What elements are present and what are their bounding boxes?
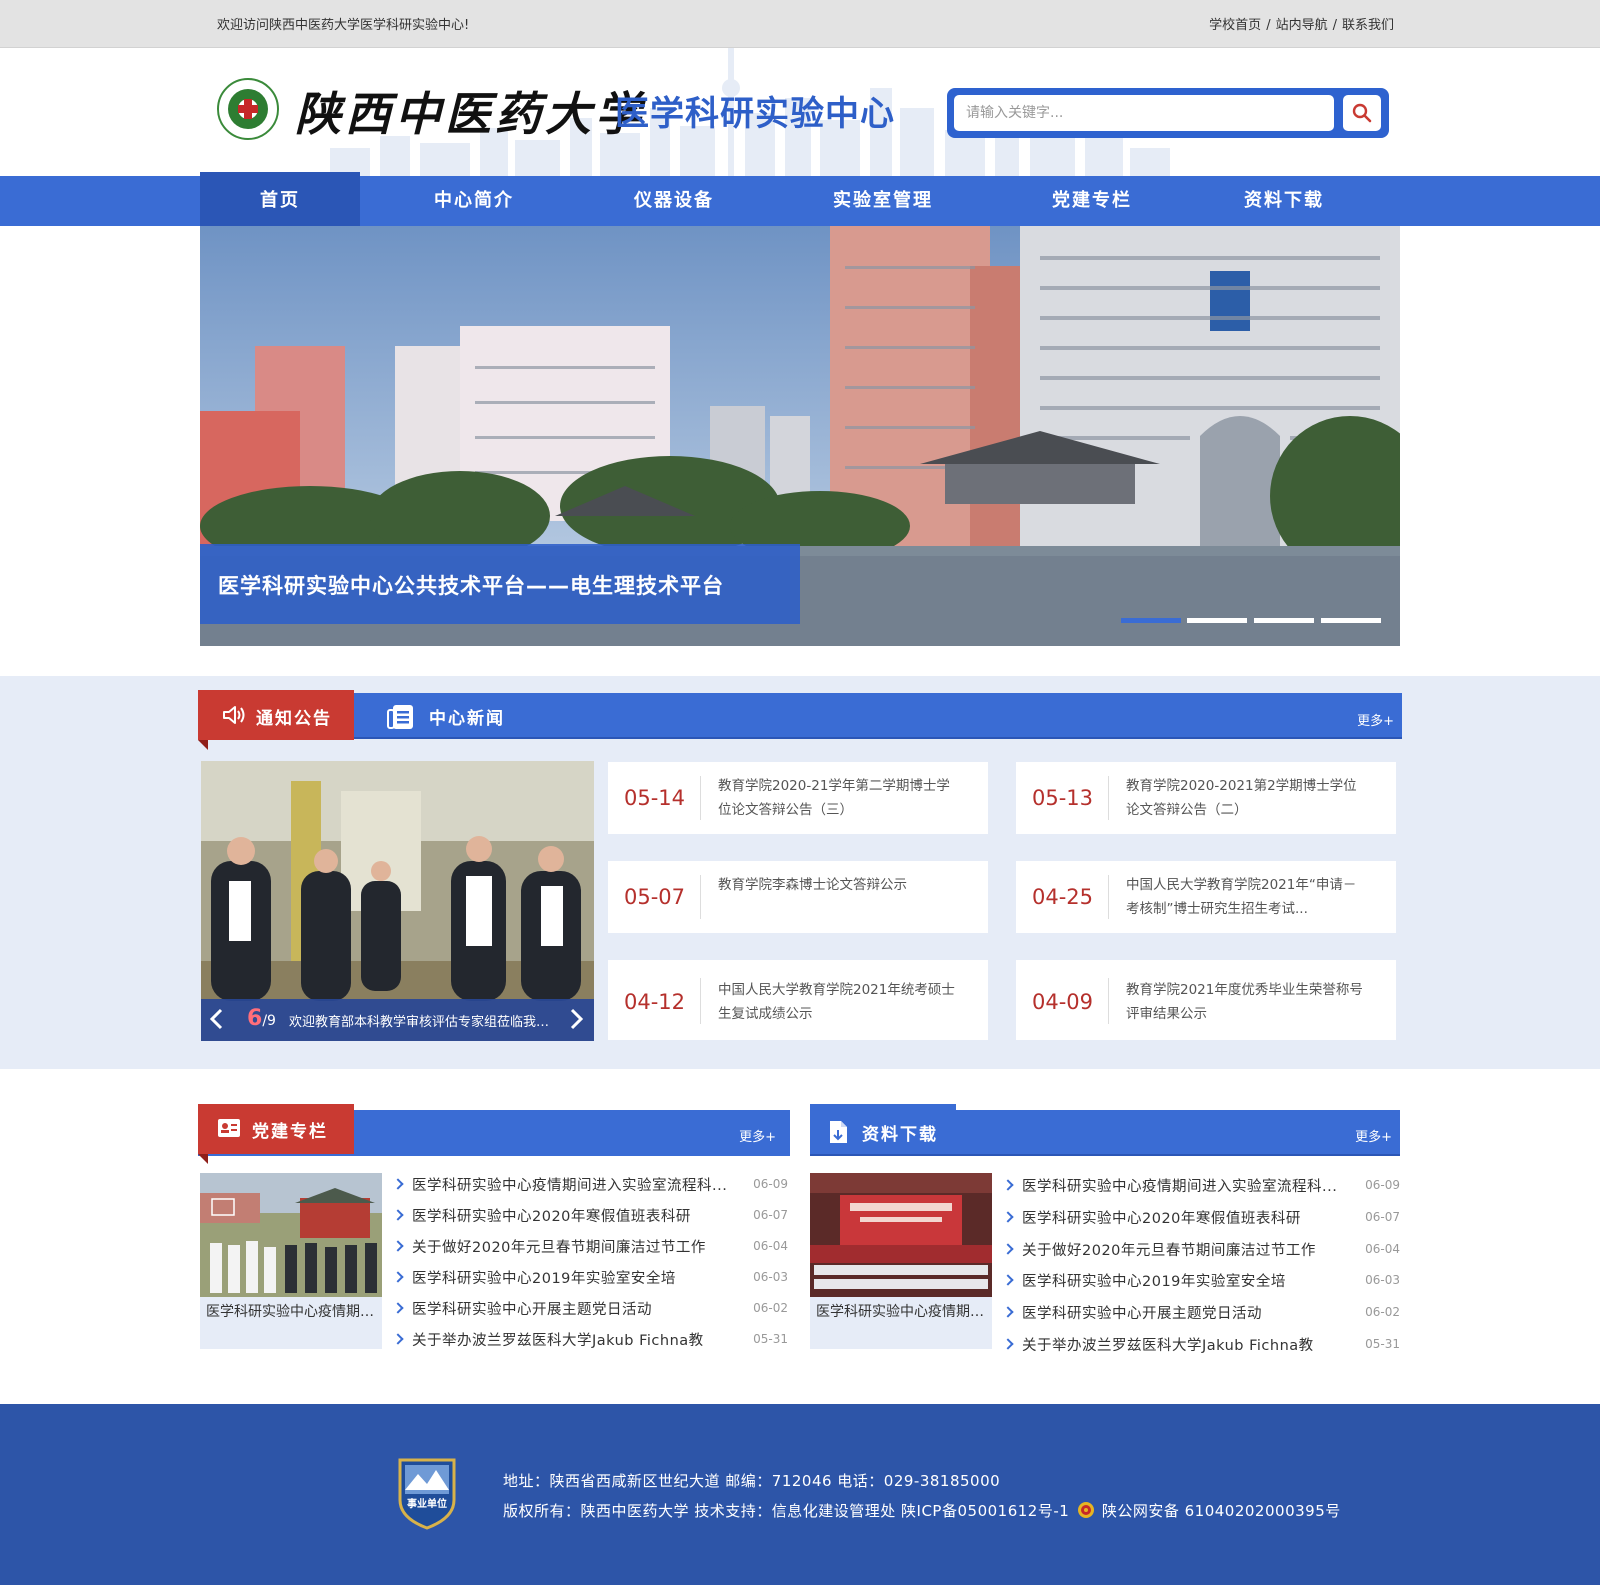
id-card-icon [218,1119,240,1137]
download-photo[interactable]: 医学科研实验中心疫情期间进入实验室流程科... [810,1173,992,1349]
notice-date: 05-07 [624,885,686,909]
main-nav: 首页 中心简介 仪器设备 实验室管理 党建专栏 资料下载 [0,172,1600,226]
download-photo-image [810,1173,992,1297]
notice-card[interactable]: 04-09 教育学院2021年度优秀毕业生荣誉称号评审结果公示 [1016,960,1396,1040]
badge-text: 事业单位 [407,1497,447,1510]
nav-home[interactable]: 首页 [200,172,360,226]
banner-dot-2[interactable] [1187,618,1247,623]
banner-dot-4[interactable] [1321,618,1381,623]
banner-slider[interactable]: 医学科研实验中心公共技术平台——电生理技术平台 [200,226,1400,646]
tab-notice-label: 通知公告 [256,709,332,729]
search-button[interactable] [1343,95,1381,131]
notice-card[interactable]: 04-25 中国人民大学教育学院2021年“申请－考核制”博士研究生招生考试..… [1016,861,1396,933]
news-icon [387,705,413,729]
notice-date: 05-14 [624,786,686,810]
prev-arrow-icon[interactable] [205,1007,229,1031]
photo-counter: 6/9 [247,1006,276,1031]
notice-date: 05-13 [1032,786,1094,810]
nav-downloads[interactable]: 资料下载 [1184,176,1384,226]
top-links: 学校首页 / 站内导航 / 联系我们 [1209,14,1394,33]
list-item[interactable]: 医学科研实验中心2019年实验室安全培 06-03 [1002,1266,1400,1297]
university-name: 陕西中医药大学 [295,87,645,141]
university-logo[interactable] [217,78,279,140]
notice-text: 教育学院2020-21学年第二学期博士学位论文答辩公告（三） [718,778,950,818]
notice-text: 中国人民大学教育学院2021年“申请－考核制”博士研究生招生考试... [1126,877,1357,917]
notice-text: 教育学院2020-2021第2学期博士学位论文答辩公告（二） [1126,778,1357,818]
police-emblem-icon [1077,1502,1094,1518]
notice-date: 04-09 [1032,990,1094,1014]
footer-copyright: 版权所有：陕西中医药大学 技术支持：信息化建设管理处 陕ICP备05001612… [503,1500,1341,1521]
news-photo-slider[interactable]: 6/9 欢迎教育部本科教学审核评估专家组莅临我校指导 [201,761,594,1041]
notice-card[interactable]: 04-12 中国人民大学教育学院2021年统考硕士生复试成绩公示 [608,960,988,1040]
photo-counter-total: /9 [262,1013,276,1029]
list-item[interactable]: 关于举办波兰罗兹医科大学Jakub Fichna教 05-31 [1002,1330,1400,1361]
notice-text: 中国人民大学教育学院2021年统考硕士生复试成绩公示 [718,982,955,1022]
photo-title[interactable]: 欢迎教育部本科教学审核评估专家组莅临我校指导 [289,1011,559,1030]
banner-caption[interactable]: 医学科研实验中心公共技术平台——电生理技术平台 [200,544,800,624]
party-tab[interactable]: 党建专栏 [198,1104,354,1164]
notice-text: 教育学院李森博士论文答辩公示 [718,877,907,893]
banner-dot-3[interactable] [1254,618,1314,623]
notice-section-header: 通知公告 中心新闻 更多+ [198,690,1402,750]
link-contact[interactable]: 联系我们 [1342,18,1394,33]
tab-news-label: 中心新闻 [429,709,505,729]
notice-date: 04-12 [624,990,686,1014]
nav-lab-management[interactable]: 实验室管理 [774,176,992,226]
party-photo-caption: 医学科研实验中心疫情期间进入实验室流程科... [200,1297,382,1349]
list-item[interactable]: 关于做好2020年元旦春节期间廉洁过节工作 06-04 [392,1232,788,1263]
download-section-header: 资料下载 更多+ [810,1104,1400,1156]
news-photo-bar: 6/9 欢迎教育部本科教学审核评估专家组莅临我校指导 [201,999,594,1041]
footer-copyright-b: 陕公网安备 61040202000395号 [1101,1502,1341,1520]
notice-card[interactable]: 05-14 教育学院2020-21学年第二学期博士学位论文答辩公告（三） [608,762,988,834]
download-file-icon [830,1121,847,1143]
link-separator: / [1332,18,1337,33]
next-arrow-icon[interactable] [564,1007,588,1031]
speaker-icon [223,706,245,724]
search-input[interactable] [954,95,1334,131]
tab-notice[interactable]: 通知公告 [198,690,354,750]
link-school-home[interactable]: 学校首页 [1209,18,1261,33]
header: 陕西中医药大学 医学科研实验中心 [0,48,1600,176]
list-item[interactable]: 医学科研实验中心开展主题党日活动 06-02 [1002,1298,1400,1329]
top-bar: 欢迎访问陕西中医药大学医学科研实验中心! 学校首页 / 站内导航 / 联系我们 [0,0,1600,48]
list-item[interactable]: 医学科研实验中心开展主题党日活动 06-02 [392,1294,788,1325]
footer: 事业单位 地址：陕西省西咸新区世纪大道 邮编：712046 电话：029-381… [0,1404,1600,1585]
banner-caption-text: 医学科研实验中心公共技术平台——电生理技术平台 [218,574,724,598]
nav-equipment[interactable]: 仪器设备 [574,176,774,226]
tab-news[interactable]: 中心新闻 [383,693,533,739]
banner-dot-1[interactable] [1121,618,1181,623]
party-section-title: 党建专栏 [252,1122,328,1142]
party-photo[interactable]: 医学科研实验中心疫情期间进入实验室流程科... [200,1173,382,1349]
party-photo-image [200,1173,382,1297]
notice-card[interactable]: 05-07 教育学院李森博士论文答辩公示 [608,861,988,933]
site-subtitle: 医学科研实验中心 [615,94,895,134]
download-section-title: 资料下载 [862,1125,938,1145]
party-section-header: 党建专栏 更多+ [198,1104,790,1164]
list-item[interactable]: 医学科研实验中心2020年寒假值班表科研 06-07 [392,1201,788,1232]
list-item[interactable]: 医学科研实验中心疫情期间进入实验室流程科... 06-09 [392,1170,788,1201]
list-item[interactable]: 医学科研实验中心疫情期间进入实验室流程科... 06-09 [1002,1171,1400,1202]
party-more-link[interactable]: 更多+ [739,1126,776,1145]
download-more-link[interactable]: 更多+ [1355,1126,1392,1145]
footer-address: 地址：陕西省西咸新区世纪大道 邮编：712046 电话：029-38185000 [503,1472,1001,1490]
list-item[interactable]: 医学科研实验中心2019年实验室安全培 06-03 [392,1263,788,1294]
notice-more-link[interactable]: 更多+ [1357,710,1394,729]
nav-about[interactable]: 中心简介 [374,176,574,226]
welcome-text: 欢迎访问陕西中医药大学医学科研实验中心! [217,18,470,33]
list-item[interactable]: 关于举办波兰罗兹医科大学Jakub Fichna教 05-31 [392,1325,788,1356]
notice-date: 04-25 [1032,885,1094,909]
photo-counter-current: 6 [247,1006,263,1031]
public-institution-badge[interactable]: 事业单位 [396,1456,458,1530]
link-site-nav[interactable]: 站内导航 [1276,18,1328,33]
nav-party-building[interactable]: 党建专栏 [992,176,1192,226]
list-item[interactable]: 医学科研实验中心2020年寒假值班表科研 06-07 [1002,1203,1400,1234]
notice-card[interactable]: 05-13 教育学院2020-2021第2学期博士学位论文答辩公告（二） [1016,762,1396,834]
list-item[interactable]: 关于做好2020年元旦春节期间廉洁过节工作 06-04 [1002,1235,1400,1266]
download-photo-caption: 医学科研实验中心疫情期间进入实验室流程科... [810,1297,992,1349]
search-icon [1352,103,1372,123]
footer-copyright-a: 版权所有：陕西中医药大学 技术支持：信息化建设管理处 陕ICP备05001612… [503,1502,1070,1520]
link-separator: / [1266,18,1271,33]
search-box [947,88,1389,138]
notice-text: 教育学院2021年度优秀毕业生荣誉称号评审结果公示 [1126,982,1363,1022]
